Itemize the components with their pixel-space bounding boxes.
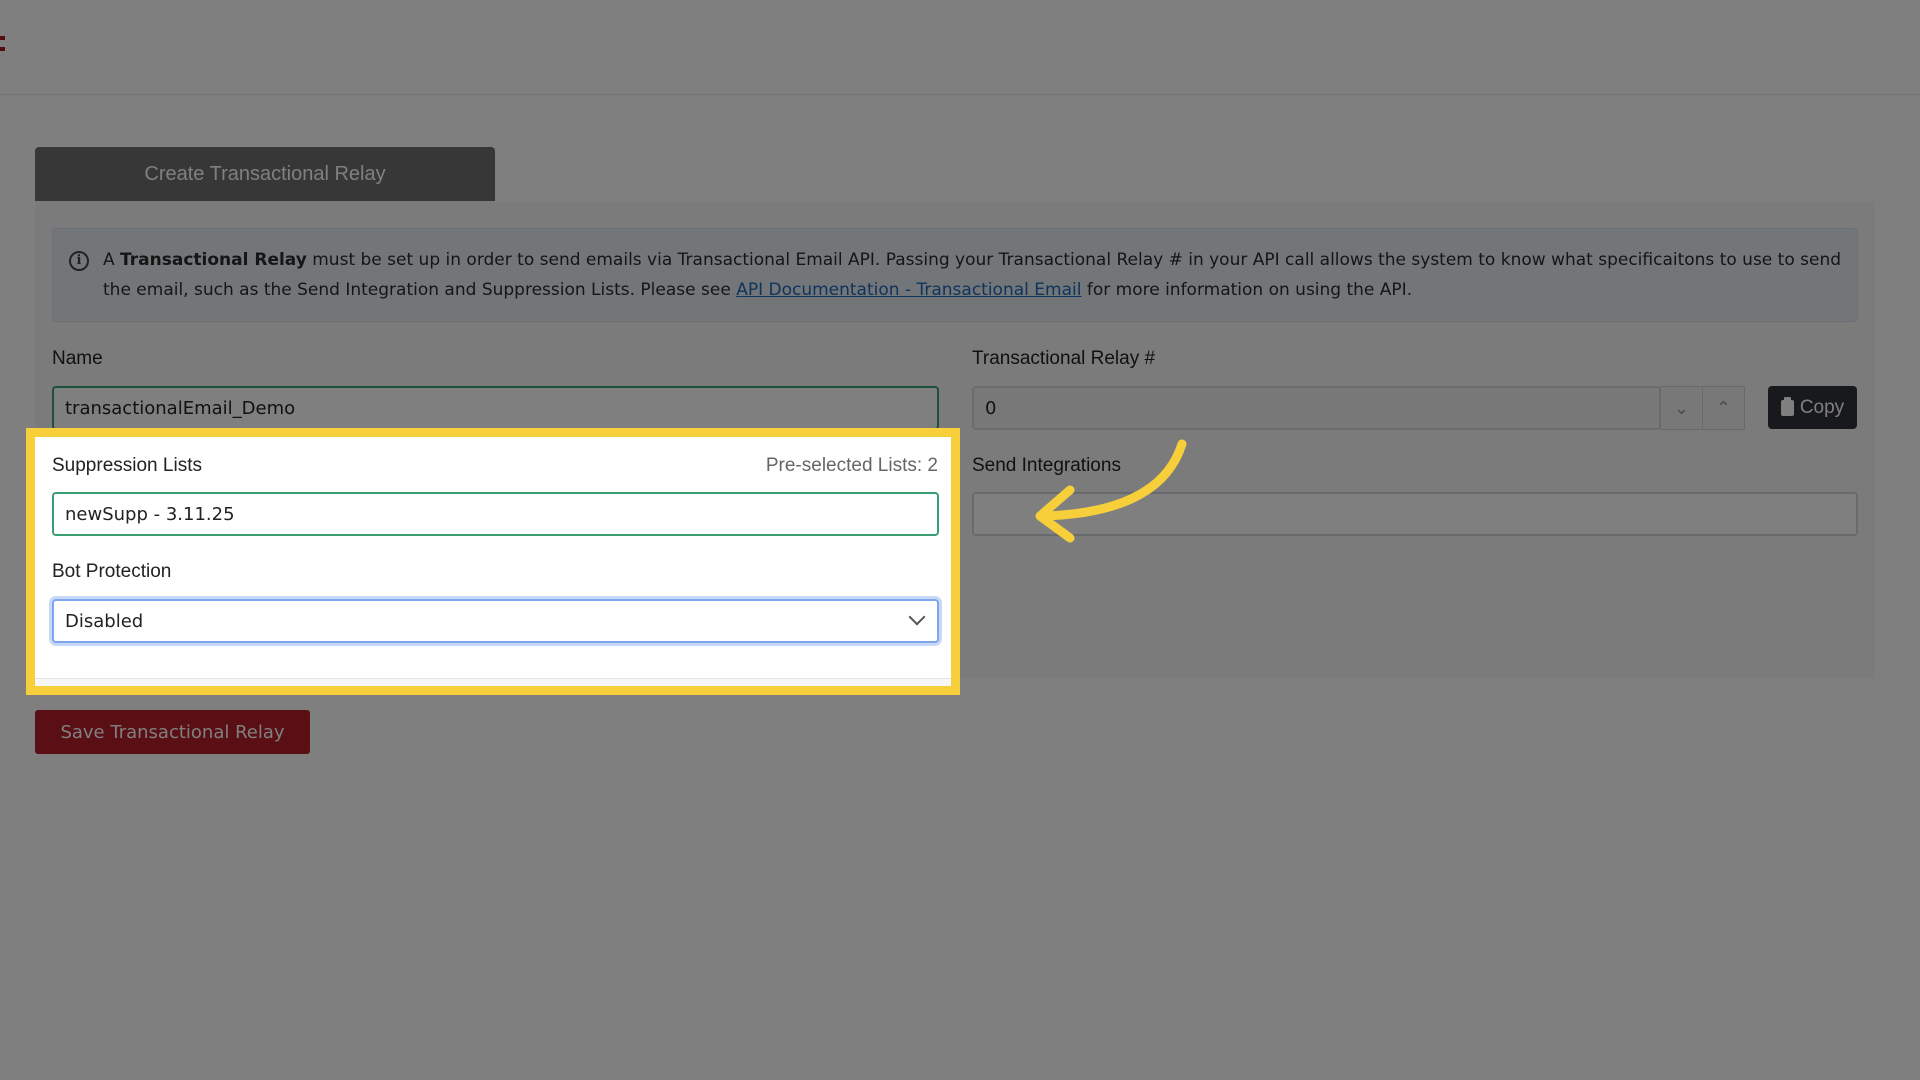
chevron-down-icon	[908, 608, 926, 626]
preselected-count: Pre-selected Lists: 2	[765, 455, 938, 476]
card-bottom-edge	[35, 678, 951, 686]
suppression-lists-label: Suppression Lists	[52, 455, 202, 476]
suppression-lists-input[interactable]: newSupp - 3.11.25	[52, 492, 939, 536]
highlight-box: Suppression Lists Pre-selected Lists: 2 …	[26, 428, 960, 695]
curved-arrow-icon	[1035, 439, 1187, 543]
bot-protection-select[interactable]: Disabled	[52, 599, 939, 643]
bot-protection-label: Bot Protection	[52, 561, 172, 582]
